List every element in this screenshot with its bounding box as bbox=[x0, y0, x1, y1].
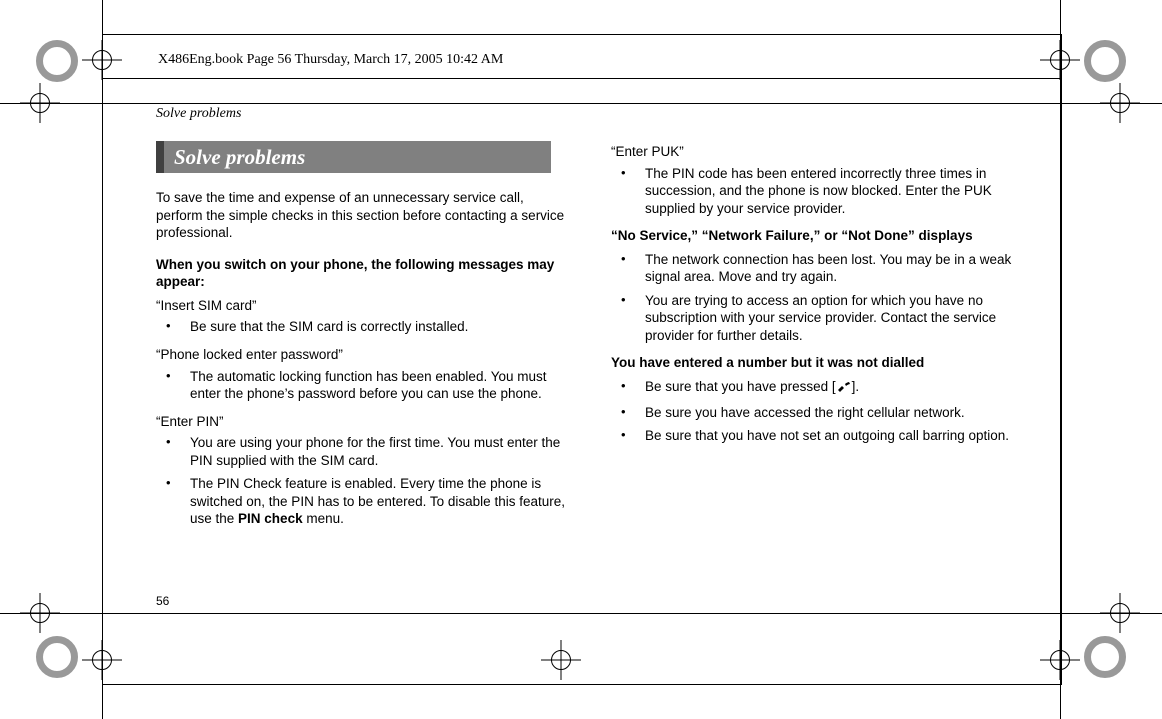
corner-ornament-bl bbox=[36, 636, 78, 678]
list-item: The PIN Check feature is enabled. Every … bbox=[178, 475, 571, 528]
list-item: The automatic locking function has been … bbox=[178, 368, 571, 403]
list-item: Be sure you have accessed the right cell… bbox=[633, 404, 1026, 422]
reg-mark-top-right bbox=[1040, 40, 1080, 80]
header-separator bbox=[102, 78, 1060, 79]
call-key-icon bbox=[836, 380, 852, 398]
column-left: Solve problems Solve problems To save th… bbox=[156, 105, 571, 538]
reg-mark-bottom-left bbox=[82, 640, 122, 680]
page-content: Solve problems Solve problems To save th… bbox=[156, 105, 1026, 538]
corner-ornament-br bbox=[1084, 636, 1126, 678]
list-item: You are trying to access an option for w… bbox=[633, 292, 1026, 345]
list-phone-locked: The automatic locking function has been … bbox=[156, 368, 571, 403]
heading-bar-icon bbox=[156, 141, 164, 173]
list-insert-sim: Be sure that the SIM card is correctly i… bbox=[156, 318, 571, 336]
heading-messages: When you switch on your phone, the follo… bbox=[156, 256, 571, 291]
list-item: The network connection has been lost. Yo… bbox=[633, 251, 1026, 286]
heading-not-dialled: You have entered a number but it was not… bbox=[611, 354, 1026, 372]
file-date-line: X486Eng.book Page 56 Thursday, March 17,… bbox=[158, 52, 503, 68]
page-mask-2 bbox=[103, 614, 1059, 682]
reg-mark-right-bottom bbox=[1100, 593, 1140, 633]
section-title: Solve problems bbox=[174, 144, 305, 171]
crop-line-right bbox=[1060, 0, 1061, 719]
reg-mark-top-left bbox=[82, 40, 122, 80]
list-item: You are using your phone for the first t… bbox=[178, 434, 571, 469]
reg-mark-bottom-right bbox=[1040, 640, 1080, 680]
subhead-insert-sim: “Insert SIM card” bbox=[156, 297, 571, 315]
list-item: The PIN code has been entered incorrectl… bbox=[633, 165, 1026, 218]
text: ]. bbox=[852, 379, 860, 394]
reg-mark-left-top bbox=[20, 83, 60, 123]
list-item: Be sure that you have pressed []. bbox=[633, 378, 1026, 398]
corner-ornament-tl bbox=[36, 40, 78, 82]
section-heading: Solve problems bbox=[156, 141, 551, 173]
heading-no-service: “No Service,” “Network Failure,” or “Not… bbox=[611, 227, 1026, 245]
list-item: Be sure that you have not set an outgoin… bbox=[633, 427, 1026, 445]
column-right: “Enter PUK” The PIN code has been entere… bbox=[611, 105, 1026, 538]
intro-paragraph: To save the time and expense of an unnec… bbox=[156, 189, 571, 242]
subhead-enter-pin: “Enter PIN” bbox=[156, 413, 571, 431]
text: menu. bbox=[303, 511, 344, 526]
corner-ornament-tr bbox=[1084, 40, 1126, 82]
list-no-service: The network connection has been lost. Yo… bbox=[611, 251, 1026, 345]
text: Be sure that you have pressed [ bbox=[645, 379, 836, 394]
reg-mark-right-top bbox=[1100, 83, 1140, 123]
page-mask-3 bbox=[103, 35, 1059, 103]
running-head: Solve problems bbox=[156, 105, 571, 123]
page-number: 56 bbox=[156, 594, 169, 608]
list-item: Be sure that the SIM card is correctly i… bbox=[178, 318, 571, 336]
subhead-phone-locked: “Phone locked enter password” bbox=[156, 346, 571, 364]
list-enter-pin: You are using your phone for the first t… bbox=[156, 434, 571, 528]
reg-mark-left-bottom bbox=[20, 593, 60, 633]
subhead-enter-puk: “Enter PUK” bbox=[611, 143, 1026, 161]
reg-mark-bottom-center bbox=[541, 640, 581, 680]
pin-check-bold: PIN check bbox=[238, 511, 303, 526]
list-not-dialled: Be sure that you have pressed []. Be sur… bbox=[611, 378, 1026, 445]
list-enter-puk: The PIN code has been entered incorrectl… bbox=[611, 165, 1026, 218]
